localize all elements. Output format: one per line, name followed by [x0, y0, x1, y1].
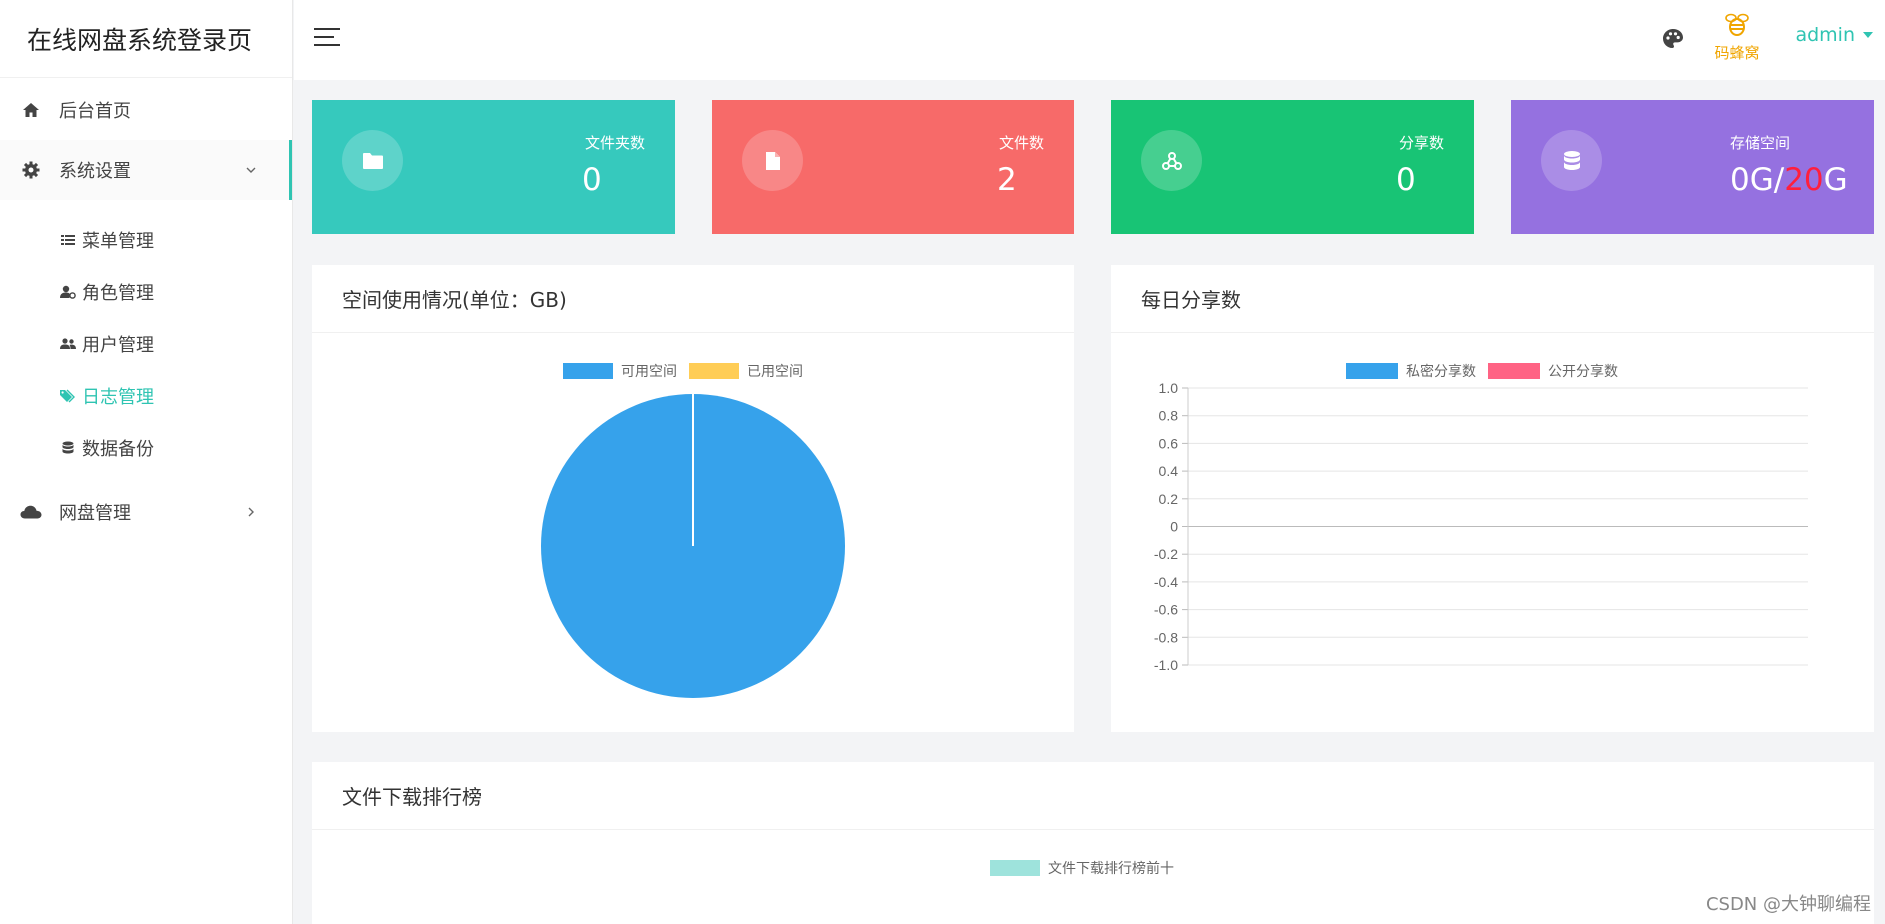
palette-icon[interactable]	[1661, 27, 1685, 51]
y-tick-label: 0	[1170, 519, 1178, 535]
y-tick-label: -1.0	[1154, 657, 1178, 673]
stat-value: 0	[582, 162, 602, 198]
daily-shares-panel: 每日分享数 私密分享数 公开分享数 1.0 0.8 0.6 0.4 0.2 0 -0.2 -0…	[1111, 265, 1874, 732]
y-tick-label: -0.6	[1154, 602, 1178, 618]
sidebar-item-label: 角色管理	[82, 283, 154, 304]
home-icon	[20, 99, 42, 121]
stat-card-storage: 存储空间 0G/20G	[1511, 100, 1874, 234]
list-icon	[60, 232, 76, 248]
sidebar-item-system-settings[interactable]: 系统设置	[0, 140, 292, 200]
tags-icon	[60, 388, 76, 404]
folder-icon	[342, 130, 403, 191]
bee-icon	[1725, 13, 1749, 36]
sidebar-item-netdisk-management[interactable]: 网盘管理	[0, 482, 292, 542]
app-title: 在线网盘系统登录页	[0, 0, 292, 78]
sidebar-item-label: 网盘管理	[59, 503, 131, 524]
watermark: CSDN @大钟聊编程	[1705, 894, 1871, 915]
download-ranking-panel: 文件下载排行榜 文件下载排行榜前十 1.0	[312, 762, 1874, 924]
bar-chart: 1.0	[312, 830, 1874, 924]
database-icon	[60, 440, 76, 456]
sidebar-item-label: 日志管理	[82, 387, 154, 408]
y-tick-label: 0.6	[1159, 435, 1179, 451]
users-icon	[60, 336, 76, 352]
file-icon	[742, 130, 803, 191]
stat-value: 0G/20G	[1730, 162, 1848, 198]
y-tick-label: -0.2	[1154, 546, 1178, 562]
chevron-down-icon	[244, 163, 258, 177]
sidebar-item-role-management[interactable]: 角色管理	[0, 266, 292, 318]
space-usage-panel: 空间使用情况(单位：GB) 可用空间 已用空间	[312, 265, 1074, 732]
logo: 码蜂窝	[1707, 10, 1767, 66]
share-nodes-icon	[1141, 130, 1202, 191]
stat-label: 文件夹数	[584, 134, 645, 152]
sidebar-item-log-management[interactable]: 日志管理	[0, 370, 292, 422]
chevron-right-icon	[244, 505, 258, 519]
panel-title: 空间使用情况(单位：GB)	[312, 265, 1074, 333]
system-settings-submenu: 菜单管理 角色管理 用户管理 日志管理 数据备份	[0, 200, 292, 482]
sidebar-item-user-management[interactable]: 用户管理	[0, 318, 292, 370]
panel-title: 文件下载排行榜	[312, 762, 1874, 830]
sidebar-item-data-backup[interactable]: 数据备份	[0, 422, 292, 474]
logo-text: 码蜂窝	[1714, 44, 1760, 62]
y-tick-label: -0.4	[1154, 574, 1178, 590]
sidebar: 在线网盘系统登录页 后台首页 系统设置 菜单管理 角色管理 用户管理 日志管理 …	[0, 0, 293, 924]
line-chart: 1.0 0.8 0.6 0.4 0.2 0 -0.2 -0.4 -0.6 -0.8 -1.0	[1154, 380, 1808, 673]
database-icon	[1541, 130, 1602, 191]
y-tick-label: 1.0	[1159, 380, 1179, 396]
user-gear-icon	[60, 284, 76, 300]
y-tick-label: -0.8	[1154, 629, 1178, 645]
user-menu[interactable]: admin	[1795, 24, 1873, 46]
y-tick-label: 0.2	[1159, 491, 1179, 507]
sidebar-item-label: 菜单管理	[82, 231, 154, 252]
storage-total: 20	[1784, 162, 1824, 198]
sidebar-item-label: 数据备份	[82, 439, 154, 460]
stat-value: 2	[997, 162, 1017, 198]
stat-value: 0	[1396, 162, 1416, 198]
stat-card-shares: 分享数 0	[1111, 100, 1474, 234]
stat-card-folders: 文件夹数 0	[312, 100, 675, 234]
menu-toggle-icon[interactable]	[314, 28, 340, 50]
sidebar-item-label: 后台首页	[59, 101, 131, 122]
stat-label: 存储空间	[1730, 134, 1791, 152]
y-tick-label: 0.8	[1159, 408, 1179, 424]
panel-title: 每日分享数	[1111, 265, 1874, 333]
username: admin	[1795, 24, 1855, 46]
cloud-icon	[20, 501, 42, 523]
y-tick-label: 0.4	[1159, 463, 1179, 479]
sidebar-item-label: 用户管理	[82, 335, 154, 356]
pie-chart	[541, 394, 845, 698]
sidebar-item-menu-management[interactable]: 菜单管理	[0, 214, 292, 266]
stat-label: 文件数	[998, 134, 1044, 152]
top-header: 码蜂窝 admin	[294, 0, 1885, 80]
caret-down-icon	[1863, 32, 1873, 38]
sidebar-item-label: 系统设置	[59, 161, 131, 182]
gear-icon	[20, 159, 42, 181]
stat-label: 分享数	[1398, 134, 1444, 152]
stat-card-files: 文件数 2	[712, 100, 1074, 234]
sidebar-item-home[interactable]: 后台首页	[0, 80, 292, 140]
